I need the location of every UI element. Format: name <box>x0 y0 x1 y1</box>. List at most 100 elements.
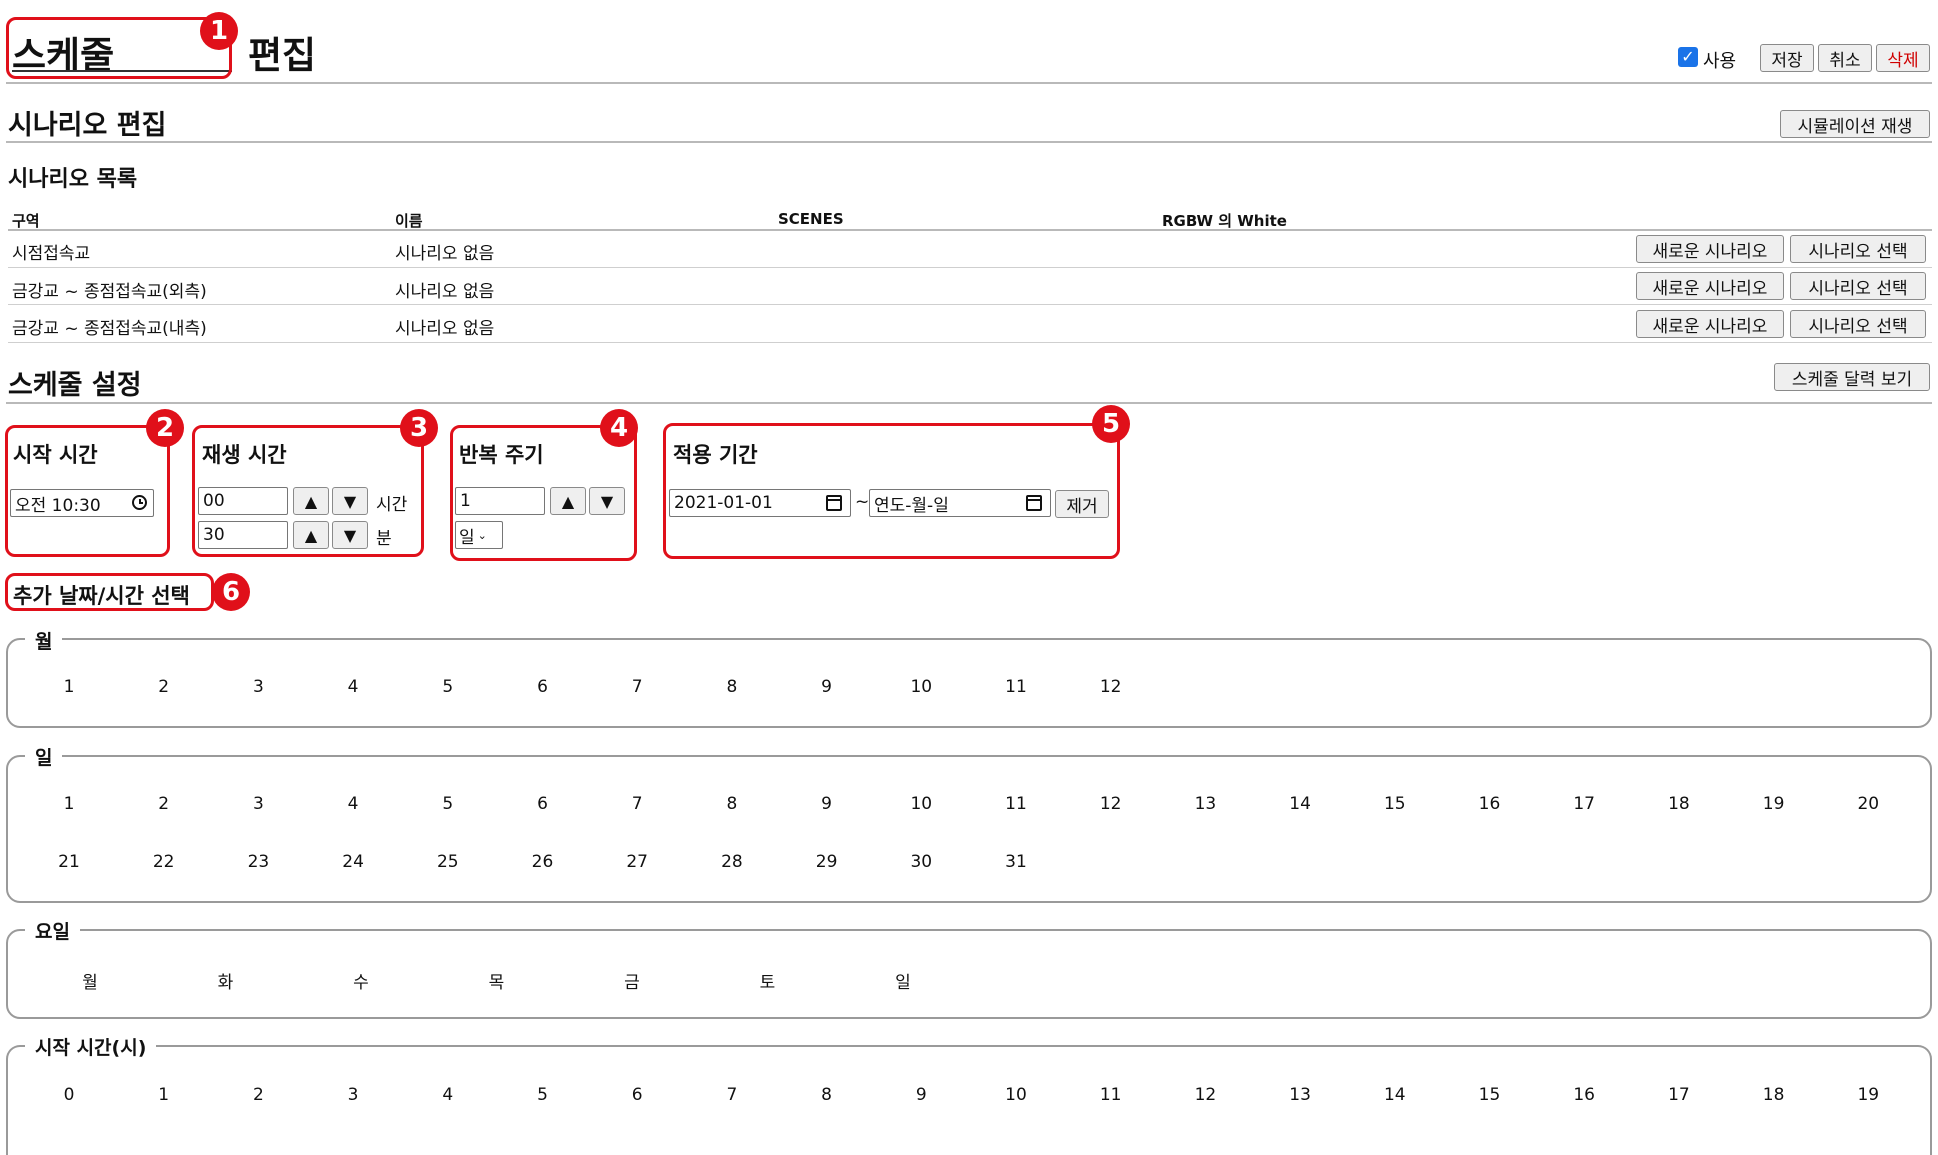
row-1-new-scenario-button[interactable]: 새로운 시나리오 <box>1636 235 1784 263</box>
day-option-7[interactable]: 7 <box>617 794 657 814</box>
month-option-10[interactable]: 10 <box>901 677 941 697</box>
start-hour-option-1[interactable]: 0 <box>49 1085 89 1105</box>
annotation-badge-5: 5 <box>1092 405 1130 443</box>
day-option-11[interactable]: 11 <box>996 794 1036 814</box>
day-option-26[interactable]: 26 <box>523 852 563 872</box>
month-legend: 월 <box>25 627 63 654</box>
row-2-divider <box>8 304 1932 305</box>
day-option-2[interactable]: 2 <box>144 794 184 814</box>
save-button[interactable]: 저장 <box>1760 44 1814 72</box>
annotation-badge-1: 1 <box>200 12 238 50</box>
month-option-2[interactable]: 2 <box>144 677 184 697</box>
day-option-9[interactable]: 9 <box>807 794 847 814</box>
use-checkbox[interactable]: ✓ <box>1678 47 1698 67</box>
month-option-4[interactable]: 4 <box>333 677 373 697</box>
schedule-calendar-button[interactable]: 스케줄 달력 보기 <box>1774 363 1930 391</box>
start-hour-option-19[interactable]: 18 <box>1754 1085 1794 1105</box>
month-option-7[interactable]: 7 <box>617 677 657 697</box>
month-option-5[interactable]: 5 <box>428 677 468 697</box>
day-option-21[interactable]: 21 <box>49 852 89 872</box>
day-option-22[interactable]: 22 <box>144 852 184 872</box>
start-hour-option-8[interactable]: 7 <box>712 1085 752 1105</box>
start-hour-option-6[interactable]: 5 <box>523 1085 563 1105</box>
scenario-edit-title: 시나리오 편집 <box>8 110 167 141</box>
month-option-8[interactable]: 8 <box>712 677 752 697</box>
annotation-badge-6: 6 <box>212 573 250 611</box>
start-hour-option-15[interactable]: 14 <box>1375 1085 1415 1105</box>
day-option-18[interactable]: 18 <box>1659 794 1699 814</box>
row-2-zone: 금강교 ~ 종점접속교(외측) <box>12 282 207 302</box>
start-hour-option-11[interactable]: 10 <box>996 1085 1036 1105</box>
start-hour-option-2[interactable]: 1 <box>144 1085 184 1105</box>
weekday-fieldset <box>6 929 1932 1019</box>
day-option-14[interactable]: 14 <box>1280 794 1320 814</box>
start-hour-option-10[interactable]: 9 <box>901 1085 941 1105</box>
schedule-settings-title: 스케줄 설정 <box>8 370 142 401</box>
start-hour-option-5[interactable]: 4 <box>428 1085 468 1105</box>
annotation-box-1 <box>6 17 232 79</box>
weekday-option-5[interactable]: 금 <box>612 968 652 993</box>
day-option-28[interactable]: 28 <box>712 852 752 872</box>
weekday-option-4[interactable]: 목 <box>477 968 517 993</box>
day-option-23[interactable]: 23 <box>238 852 278 872</box>
day-option-17[interactable]: 17 <box>1564 794 1604 814</box>
start-hour-option-4[interactable]: 3 <box>333 1085 373 1105</box>
delete-button[interactable]: 삭제 <box>1876 44 1930 72</box>
month-option-3[interactable]: 3 <box>238 677 278 697</box>
column-header-rgbw: RGBW 의 White <box>1162 212 1287 230</box>
start-hour-option-20[interactable]: 19 <box>1848 1085 1888 1105</box>
row-3-select-scenario-button[interactable]: 시나리오 선택 <box>1790 310 1926 338</box>
cancel-button[interactable]: 취소 <box>1818 44 1872 72</box>
row-2-new-scenario-button[interactable]: 새로운 시나리오 <box>1636 272 1784 300</box>
day-option-4[interactable]: 4 <box>333 794 373 814</box>
day-option-31[interactable]: 31 <box>996 852 1036 872</box>
start-hour-option-18[interactable]: 17 <box>1659 1085 1699 1105</box>
day-option-16[interactable]: 16 <box>1470 794 1510 814</box>
start-hour-option-7[interactable]: 6 <box>617 1085 657 1105</box>
day-option-1[interactable]: 1 <box>49 794 89 814</box>
row-1-select-scenario-button[interactable]: 시나리오 선택 <box>1790 235 1926 263</box>
month-option-12[interactable]: 12 <box>1091 677 1131 697</box>
weekday-option-7[interactable]: 일 <box>883 968 923 993</box>
header-divider <box>6 82 1932 84</box>
start-hour-option-3[interactable]: 2 <box>238 1085 278 1105</box>
day-option-24[interactable]: 24 <box>333 852 373 872</box>
weekday-option-2[interactable]: 화 <box>206 968 246 993</box>
use-label: 사용 <box>1703 51 1737 72</box>
month-option-11[interactable]: 11 <box>996 677 1036 697</box>
day-option-19[interactable]: 19 <box>1754 794 1794 814</box>
simulate-button[interactable]: 시뮬레이션 재생 <box>1780 110 1930 138</box>
day-option-12[interactable]: 12 <box>1091 794 1131 814</box>
month-option-6[interactable]: 6 <box>523 677 563 697</box>
start-hour-fieldset <box>6 1045 1932 1155</box>
day-option-13[interactable]: 13 <box>1185 794 1225 814</box>
start-hour-option-16[interactable]: 15 <box>1470 1085 1510 1105</box>
month-option-9[interactable]: 9 <box>807 677 847 697</box>
start-hour-option-9[interactable]: 8 <box>807 1085 847 1105</box>
start-hour-option-12[interactable]: 11 <box>1091 1085 1131 1105</box>
day-option-8[interactable]: 8 <box>712 794 752 814</box>
row-3-new-scenario-button[interactable]: 새로운 시나리오 <box>1636 310 1784 338</box>
start-hour-option-17[interactable]: 16 <box>1564 1085 1604 1105</box>
day-option-5[interactable]: 5 <box>428 794 468 814</box>
day-option-25[interactable]: 25 <box>428 852 468 872</box>
annotation-badge-4: 4 <box>600 409 638 447</box>
day-option-30[interactable]: 30 <box>901 852 941 872</box>
table-header-divider <box>8 229 1932 231</box>
month-option-1[interactable]: 1 <box>49 677 89 697</box>
row-1-zone: 시점접속교 <box>12 244 91 264</box>
weekday-option-6[interactable]: 토 <box>748 968 788 993</box>
start-hour-option-13[interactable]: 12 <box>1185 1085 1225 1105</box>
day-option-10[interactable]: 10 <box>901 794 941 814</box>
weekday-option-3[interactable]: 수 <box>341 968 381 993</box>
day-option-29[interactable]: 29 <box>807 852 847 872</box>
scenario-edit-divider <box>6 141 1932 143</box>
day-option-20[interactable]: 20 <box>1848 794 1888 814</box>
day-option-3[interactable]: 3 <box>238 794 278 814</box>
weekday-option-1[interactable]: 월 <box>70 968 110 993</box>
start-hour-option-14[interactable]: 13 <box>1280 1085 1320 1105</box>
row-2-select-scenario-button[interactable]: 시나리오 선택 <box>1790 272 1926 300</box>
day-option-6[interactable]: 6 <box>523 794 563 814</box>
day-option-27[interactable]: 27 <box>617 852 657 872</box>
day-option-15[interactable]: 15 <box>1375 794 1415 814</box>
